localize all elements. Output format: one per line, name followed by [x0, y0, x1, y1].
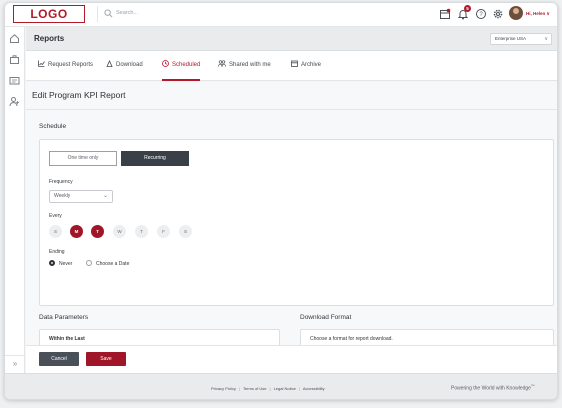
- help-icon[interactable]: ?: [475, 8, 487, 20]
- chart-icon: [38, 60, 45, 67]
- home-icon[interactable]: [9, 33, 20, 44]
- search-icon: [104, 9, 113, 18]
- divider: |: [269, 386, 271, 391]
- tab-label: Shared with me: [229, 62, 271, 68]
- page-title: Reports: [34, 34, 65, 43]
- edit-report-form: Edit Program KPI Report Schedule One tim…: [26, 82, 557, 345]
- day-toggle-thursday[interactable]: T: [135, 225, 148, 238]
- ending-date-radio[interactable]: Choose a Date: [86, 260, 129, 267]
- top-bar: LOGO Search... 5 ? Hi, Helen ∨: [5, 3, 557, 27]
- frequency-label: Frequency: [49, 179, 73, 185]
- footer: Privacy Policy | Terms of Use | Legal Notice…: [5, 373, 557, 399]
- every-label: Every: [49, 213, 62, 219]
- calendar-icon[interactable]: [439, 8, 451, 20]
- divider: |: [298, 386, 300, 391]
- logo: LOGO: [13, 5, 85, 23]
- accessibility-link[interactable]: Accessibility: [303, 386, 325, 391]
- frequency-value: Weekly: [54, 193, 71, 199]
- tab-label: Archive: [301, 62, 322, 68]
- data-parameters-heading: Data Parameters: [39, 314, 89, 321]
- svg-text:?: ?: [479, 12, 483, 18]
- tab-label: Scheduled: [172, 62, 201, 68]
- id-card-icon[interactable]: [9, 75, 20, 86]
- notification-badge: 5: [464, 5, 471, 12]
- tab-request-reports[interactable]: Request Reports: [38, 60, 93, 81]
- ending-label: Ending: [49, 249, 65, 255]
- page-header: Reports Enterprise USA ∨: [26, 27, 557, 51]
- recurring-button[interactable]: Recurring: [121, 151, 189, 166]
- day-toggle-monday[interactable]: M: [70, 225, 83, 238]
- trademark-mark: ™: [530, 384, 535, 388]
- divider: [26, 109, 557, 110]
- briefcase-icon[interactable]: [9, 54, 20, 65]
- expand-rail-icon[interactable]: »: [5, 355, 25, 371]
- enterprise-select-value: Enterprise USA: [495, 36, 527, 41]
- radio-label: Never: [59, 261, 73, 267]
- save-button[interactable]: Save: [86, 352, 126, 366]
- archive-icon: [291, 60, 298, 67]
- chevron-down-icon: ∨: [546, 11, 550, 16]
- divider: |: [238, 386, 240, 391]
- user-add-icon[interactable]: [9, 96, 20, 107]
- report-tabs: Request Reports Download Scheduled Share…: [26, 51, 557, 81]
- radio-unselected-icon: [86, 260, 92, 266]
- day-toggle-friday[interactable]: F: [157, 225, 170, 238]
- day-toggle-saturday[interactable]: S: [179, 225, 192, 238]
- tab-label: Request Reports: [48, 62, 94, 68]
- footer-links: Privacy Policy | Terms of Use | Legal Notice…: [211, 386, 325, 391]
- app-window: LOGO Search... 5 ? Hi, Helen ∨ » Reports…: [4, 2, 558, 400]
- action-bar: Cancel Save: [26, 345, 557, 373]
- avatar[interactable]: [509, 6, 523, 20]
- within-last-label: Within the Last: [49, 336, 85, 342]
- data-parameters-card: Within the Last: [39, 329, 280, 345]
- cancel-button[interactable]: Cancel: [39, 352, 79, 366]
- download-format-card: Choose a format for report download.: [300, 329, 554, 345]
- tab-shared-with-me[interactable]: Shared with me: [218, 60, 271, 81]
- tagline-text: Powering the World with Knowledge: [451, 385, 531, 392]
- user-name: Hi, Helen: [526, 11, 546, 16]
- day-toggle-sunday[interactable]: S: [49, 225, 62, 238]
- gear-icon[interactable]: [492, 8, 504, 20]
- radio-label: Choose a Date: [96, 261, 130, 267]
- tagline: Powering the World with Knowledge™: [451, 384, 534, 392]
- radio-selected-icon: [49, 260, 55, 266]
- frequency-select[interactable]: Weekly ⌄: [49, 190, 113, 203]
- enterprise-select[interactable]: Enterprise USA ∨: [490, 33, 552, 45]
- one-time-only-button[interactable]: One time only: [49, 151, 117, 166]
- tab-download[interactable]: Download: [106, 60, 143, 81]
- chevron-down-icon: ⌄: [102, 193, 108, 199]
- form-title: Edit Program KPI Report: [32, 90, 126, 100]
- day-toggle-tuesday[interactable]: T: [91, 225, 104, 238]
- clock-icon: [162, 60, 169, 67]
- search-box[interactable]: Search...: [97, 6, 277, 22]
- legal-notice-link[interactable]: Legal Notice: [274, 386, 296, 391]
- search-input[interactable]: Search...: [116, 9, 138, 18]
- people-icon: [218, 60, 226, 67]
- ending-never-radio[interactable]: Never: [49, 260, 72, 267]
- chevron-down-icon: ∨: [544, 36, 548, 42]
- tab-label: Download: [116, 62, 143, 68]
- tab-scheduled[interactable]: Scheduled: [162, 60, 201, 81]
- download-format-heading: Download Format: [300, 314, 352, 321]
- tab-archive[interactable]: Archive: [291, 60, 321, 81]
- terms-of-use-link[interactable]: Terms of Use: [243, 386, 267, 391]
- side-rail: »: [5, 27, 25, 399]
- schedule-heading: Schedule: [39, 123, 67, 130]
- privacy-policy-link[interactable]: Privacy Policy: [211, 386, 236, 391]
- download-format-hint: Choose a format for report download.: [310, 336, 393, 342]
- day-toggle-wednesday[interactable]: W: [113, 225, 126, 238]
- download-icon: [106, 60, 113, 67]
- schedule-card: One time only Recurring Frequency Weekly…: [39, 139, 554, 306]
- user-menu[interactable]: Hi, Helen ∨: [526, 11, 550, 17]
